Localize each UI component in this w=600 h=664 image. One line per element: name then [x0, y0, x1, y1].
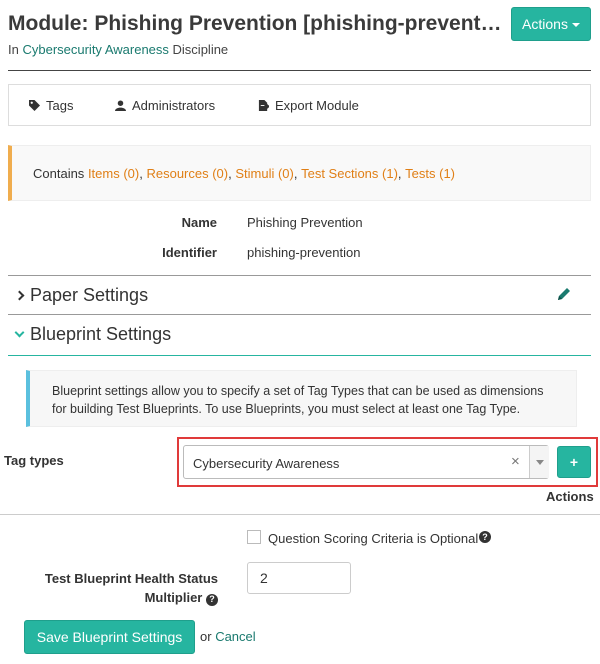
identifier-label: Identifier — [162, 245, 217, 260]
tab-administrators[interactable]: Administrators — [115, 98, 215, 113]
question-circle-icon[interactable]: ? — [479, 531, 491, 543]
blueprint-help-text: Blueprint settings allow you to specify … — [26, 370, 577, 427]
blueprint-settings-toggle[interactable]: Blueprint Settings — [14, 324, 172, 345]
module-contents-summary: Contains Items (0), Resources (0), Stimu… — [8, 145, 591, 201]
tag-types-selected-value: Cybersecurity Awareness — [193, 456, 340, 471]
save-blueprint-settings-button[interactable]: Save Blueprint Settings — [24, 620, 195, 654]
subtitle-prefix: In — [8, 42, 19, 57]
dropdown-arrow-icon[interactable] — [529, 446, 549, 478]
actions-column-label: Actions — [546, 489, 594, 504]
multiplier-label-line2: Multiplier — [144, 590, 203, 605]
chevron-down-icon — [14, 327, 25, 338]
paper-settings-toggle[interactable]: Paper Settings — [14, 285, 149, 306]
tab-export-module[interactable]: Export Module — [258, 98, 359, 113]
clear-selection-icon[interactable]: × — [511, 453, 520, 470]
items-link[interactable]: Items (0) — [88, 166, 139, 181]
tab-tags-label: Tags — [46, 98, 74, 113]
user-icon — [115, 100, 126, 111]
paper-settings-divider — [8, 275, 591, 276]
multiplier-label: Test Blueprint Health Status Multiplier … — [40, 569, 218, 607]
blueprint-settings-title: Blueprint Settings — [30, 324, 172, 344]
page-title: Module: Phishing Prevention [phishing-pr… — [8, 12, 506, 35]
multiplier-label-line1: Test Blueprint Health Status — [44, 571, 218, 586]
stimuli-link[interactable]: Stimuli (0) — [235, 166, 294, 181]
cancel-link[interactable]: Cancel — [215, 629, 255, 644]
form-divider — [0, 514, 600, 515]
subtitle-suffix: Discipline — [172, 42, 229, 57]
test-sections-link[interactable]: Test Sections (1) — [301, 166, 398, 181]
actions-button-label: Actions — [522, 16, 568, 32]
chevron-right-icon — [14, 290, 25, 301]
page-subtitle: In Cybersecurity Awareness Discipline — [8, 42, 228, 57]
tab-export-module-label: Export Module — [275, 98, 359, 113]
tab-tags[interactable]: Tags — [29, 98, 73, 113]
scoring-optional-label[interactable]: Question Scoring Criteria is Optional — [268, 531, 478, 546]
or-cancel: or Cancel — [200, 629, 256, 644]
actions-dropdown-button[interactable]: Actions — [511, 7, 591, 41]
pencil-edit-icon[interactable] — [556, 286, 572, 302]
tag-types-label: Tag types — [4, 453, 64, 468]
multiplier-label-line2-row: Multiplier ? — [40, 588, 218, 607]
blueprint-settings-divider — [8, 314, 591, 315]
multiplier-input[interactable] — [247, 562, 351, 594]
discipline-link[interactable]: Cybersecurity Awareness — [22, 42, 168, 57]
identifier-value: phishing-prevention — [247, 245, 361, 260]
tab-administrators-label: Administrators — [132, 98, 216, 113]
tag-types-select[interactable]: Cybersecurity Awareness × — [183, 445, 549, 479]
name-label: Name — [181, 215, 217, 230]
blueprint-help-line2: for building Test Blueprints. To use Blu… — [52, 402, 521, 416]
tag-icon — [29, 100, 40, 111]
scoring-optional-checkbox[interactable] — [247, 530, 261, 544]
name-value: Phishing Prevention — [247, 215, 363, 230]
paper-settings-title: Paper Settings — [30, 285, 149, 305]
header-divider — [8, 70, 591, 71]
add-tag-type-button[interactable]: + — [557, 446, 591, 478]
module-tab-bar: Tags Administrators Export Module — [8, 84, 591, 126]
caret-down-icon — [571, 23, 580, 27]
contains-prefix: Contains — [33, 165, 85, 181]
or-text: or — [200, 629, 212, 644]
blueprint-help-line1: Blueprint settings allow you to specify … — [52, 384, 544, 398]
blueprint-settings-underline — [8, 355, 591, 356]
question-circle-icon[interactable]: ? — [206, 593, 218, 606]
resources-link[interactable]: Resources (0) — [146, 166, 228, 181]
file-export-icon — [258, 100, 269, 111]
tests-link[interactable]: Tests (1) — [405, 166, 455, 181]
